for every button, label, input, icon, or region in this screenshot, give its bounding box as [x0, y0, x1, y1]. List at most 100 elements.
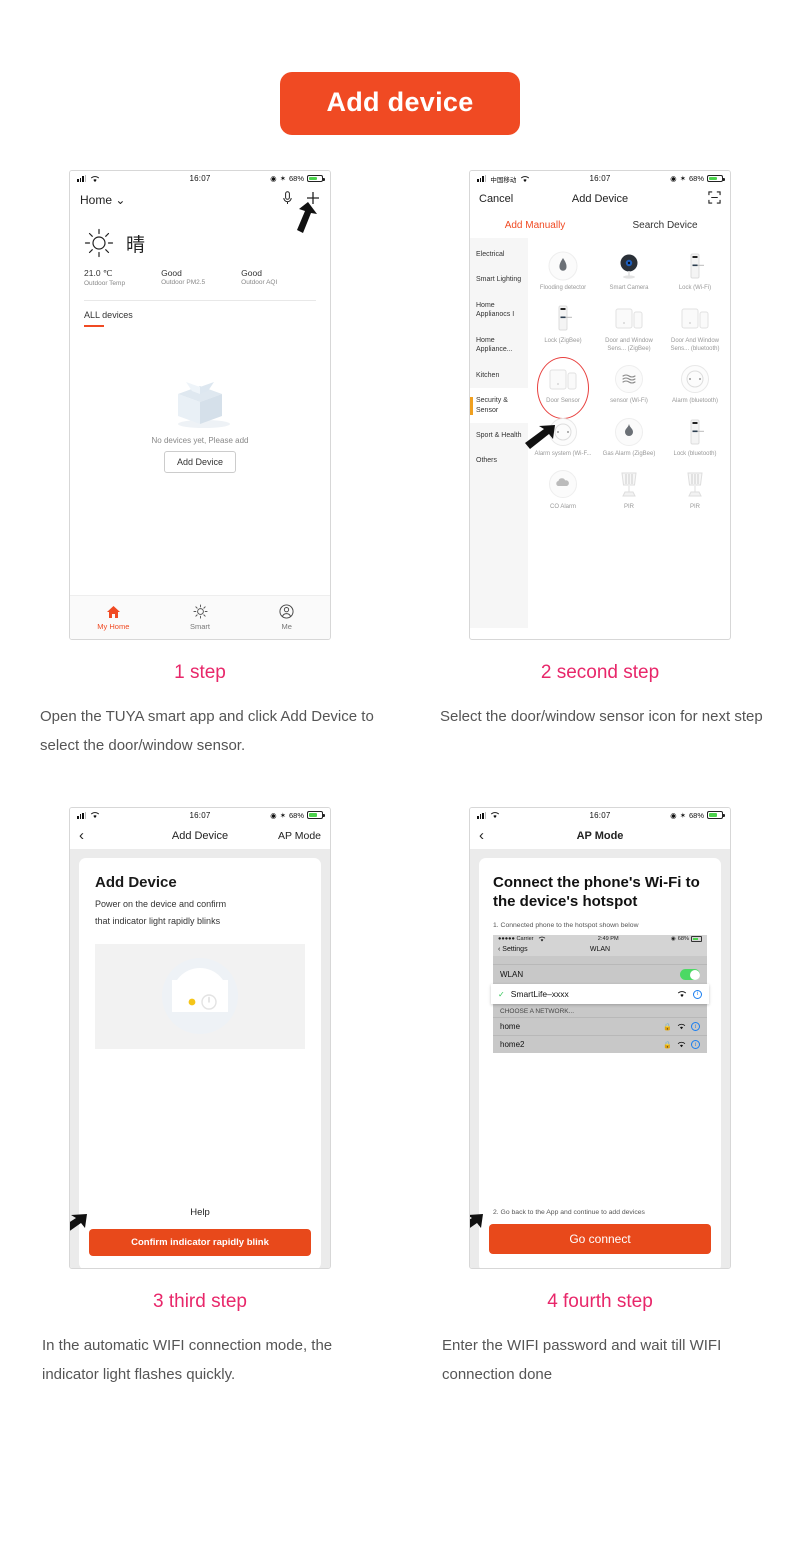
back-button[interactable]: ‹ — [79, 827, 84, 844]
confirm-indicator-button[interactable]: Confirm indicator rapidly blink — [89, 1228, 311, 1256]
add-device-navbar: ‹ Add Device AP Mode — [70, 822, 330, 849]
add-device-plus-icon[interactable] — [306, 191, 320, 210]
wifi-icon — [538, 936, 545, 942]
step-title: 3 third step — [153, 1290, 247, 1312]
device-tile[interactable]: Door and Window Sens... (ZigBee) — [596, 297, 662, 358]
phone-screenshot-1: 16:07 ◉ ✶ 68% Home ⌄ 晴 21.0 ℃ Outdoor Te… — [69, 170, 331, 640]
device-tile[interactable]: Alarm system (Wi-F... — [530, 410, 596, 463]
device-tile[interactable]: Gas Alarm (ZigBee) — [596, 410, 662, 463]
device-tile[interactable]: Alarm (bluetooth) — [662, 357, 728, 410]
sun-icon — [84, 228, 114, 258]
step-title: 4 fourth step — [547, 1290, 653, 1312]
wlan-toggle-row[interactable]: WLAN — [493, 964, 707, 985]
device-tile[interactable]: Lock (bluetooth) — [662, 410, 728, 463]
info-icon[interactable]: i — [693, 989, 702, 999]
battery-icon — [707, 174, 725, 183]
device-tile[interactable]: Lock (Wi-Fi) — [662, 244, 728, 297]
tab-my-home[interactable]: My Home — [70, 596, 157, 639]
bluetooth-icon: ✶ — [679, 810, 686, 820]
info-icon[interactable]: i — [691, 1040, 700, 1050]
door-sensor-icon — [613, 302, 646, 335]
sidebar-item-sport-health[interactable]: Sport & Health — [470, 423, 528, 448]
add-device-body: Add Device Power on the device and confi… — [70, 848, 330, 1268]
device-tile-door-sensor[interactable]: Door Sensor — [530, 357, 596, 420]
metric-value: Good — [241, 268, 262, 278]
network-name: home2 — [500, 1040, 525, 1050]
page-header: Add device — [0, 0, 800, 135]
instruction-note-2: 2. Go back to the App and continue to ad… — [493, 1208, 645, 1216]
location-icon: ◉ — [670, 936, 676, 943]
device-tile[interactable]: Flooding detector — [530, 244, 596, 297]
sidebar-item-others[interactable]: Others — [470, 448, 528, 473]
device-tile[interactable]: Lock (ZigBee) — [530, 297, 596, 358]
door-sensor-icon — [679, 302, 712, 335]
device-label: Door and Window Sens... (ZigBee) — [605, 337, 653, 352]
back-button[interactable]: ‹ — [479, 827, 484, 844]
selected-network-row[interactable]: ✓ SmartLife–xxxx i — [491, 984, 709, 1005]
network-row[interactable]: home2 🔒 i — [493, 1035, 707, 1054]
page-title-badge: Add device — [280, 72, 520, 135]
sidebar-item-home-appliances-1[interactable]: Home Applianocs I — [470, 293, 528, 328]
battery-percent: 68% — [288, 810, 304, 820]
device-tile[interactable]: Door And Window Sens... (bluetooth) — [662, 297, 728, 358]
tab-me[interactable]: Me — [243, 596, 330, 639]
signal-bars-icon — [77, 175, 87, 182]
wifi-icon — [677, 1024, 686, 1030]
add-mode-tabs: Add Manually Search Device — [470, 212, 730, 238]
device-grid: Flooding detector Smart Camera Lock (Wi-… — [528, 238, 730, 628]
device-catalog: Electrical Smart Lighting Home Applianoc… — [470, 238, 730, 628]
step-cell-2: 中国移动 16:07 ◉ ✶ 68% Cancel Add Device Add… — [400, 170, 800, 761]
instruction-card: Add Device Power on the device and confi… — [79, 857, 321, 1268]
add-device-button[interactable]: Add Device — [163, 450, 237, 473]
step-caption-1: 1 step Open the TUYA smart app and click… — [0, 640, 400, 761]
voice-icon[interactable] — [283, 190, 292, 210]
co-alarm-icon — [547, 468, 580, 501]
tab-label: My Home — [97, 621, 130, 631]
phone-screenshot-3: 16:07 ◉ ✶ 68% ‹ Add Device AP Mode Add D… — [69, 806, 331, 1269]
sidebar-item-electrical[interactable]: Electrical — [470, 242, 528, 267]
network-row[interactable]: home 🔒 i — [493, 1017, 707, 1036]
door-sensor-icon — [547, 362, 580, 395]
sidebar-item-kitchen[interactable]: Kitchen — [470, 363, 528, 388]
sidebar-item-home-appliances-2[interactable]: Home Appliance... — [470, 328, 528, 363]
network-name: home — [500, 1022, 521, 1032]
device-tile[interactable]: Smart Camera — [596, 244, 662, 297]
info-icon[interactable]: i — [691, 1022, 700, 1032]
signal-bars-icon — [477, 811, 487, 819]
help-link[interactable]: Help — [79, 1207, 321, 1218]
device-tile[interactable]: PIR — [662, 463, 728, 516]
home-selector[interactable]: Home ⌄ — [80, 193, 125, 207]
device-tile[interactable]: CO Alarm — [530, 463, 596, 516]
cancel-button[interactable]: Cancel — [479, 193, 513, 205]
bottom-tab-bar: My Home Smart Me — [70, 595, 330, 639]
wifi-icon — [491, 812, 500, 819]
tab-add-manually[interactable]: Add Manually — [470, 220, 600, 231]
status-time: 16:07 — [189, 174, 211, 183]
status-bar: 16:07 ◉ ✶ 68% — [470, 807, 730, 823]
device-tile[interactable]: PIR — [596, 463, 662, 516]
ap-mode-button[interactable]: AP Mode — [278, 830, 321, 842]
blinking-indicator-icon — [162, 958, 238, 1035]
tab-smart[interactable]: Smart — [157, 596, 244, 639]
device-tile[interactable]: sensor (Wi-Fi) — [596, 357, 662, 410]
lock-icon — [547, 302, 580, 335]
sidebar-item-security-sensor[interactable]: Security & Sensor — [470, 388, 528, 423]
status-bar: 16:07 ◉ ✶ 68% — [70, 807, 330, 823]
device-label: Lock (bluetooth) — [673, 451, 717, 458]
scan-icon[interactable] — [708, 191, 721, 207]
metric-label: Outdoor Temp — [84, 280, 126, 287]
card-title: Connect the phone's Wi-Fi to the device'… — [493, 873, 700, 911]
status-bar: 16:07 ◉ ✶ 68% — [70, 171, 330, 186]
empty-box-icon — [178, 381, 230, 428]
home-label: Home — [80, 193, 113, 207]
all-devices-tab[interactable]: ALL devices — [70, 301, 330, 320]
go-connect-button[interactable]: Go connect — [489, 1223, 711, 1254]
device-label: Flooding detector — [539, 285, 587, 291]
home-icon — [106, 605, 120, 618]
flame-icon — [613, 415, 646, 448]
wlan-toggle-switch[interactable] — [680, 969, 700, 981]
tab-search-device[interactable]: Search Device — [600, 220, 730, 231]
choose-network-header: CHOOSE A NETWORK... — [493, 1004, 707, 1018]
ap-mode-navbar: ‹ AP Mode — [470, 822, 730, 849]
sidebar-item-smart-lighting[interactable]: Smart Lighting — [470, 267, 528, 292]
